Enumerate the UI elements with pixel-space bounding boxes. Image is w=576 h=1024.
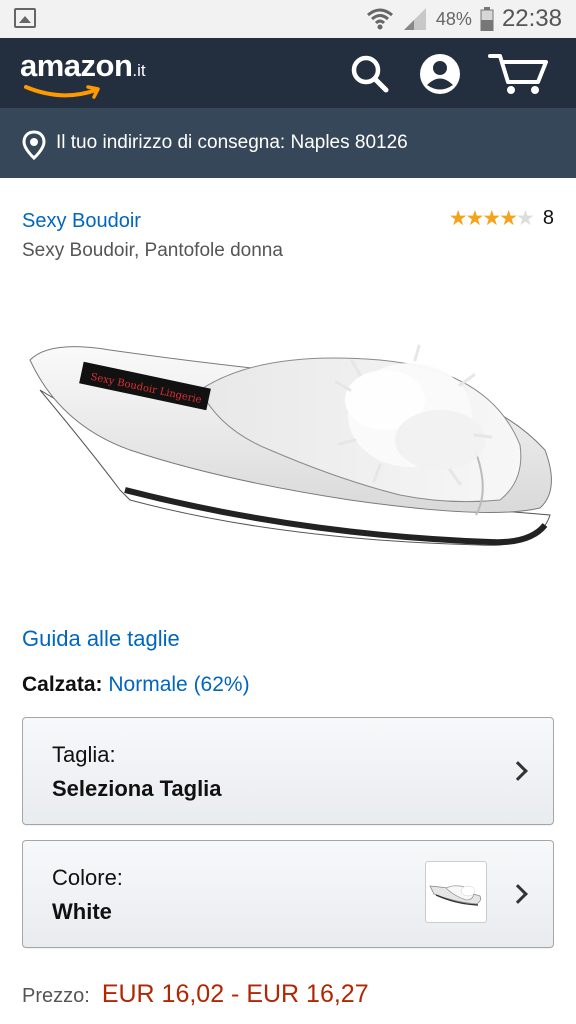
review-count: 8: [542, 207, 554, 229]
logo-wordmark: amazon: [20, 48, 133, 83]
wifi-icon: [366, 8, 393, 30]
delivery-address-text: Il tuo indirizzo di consegna: Naples 801…: [56, 132, 408, 153]
color-label: Colore:: [52, 865, 123, 890]
price-row: Prezzo: EUR 16,02 - EUR 16,27: [22, 980, 369, 1009]
fit-value-link[interactable]: Normale (62%): [108, 673, 249, 696]
star-rating: ★★★★★: [448, 207, 535, 230]
logo-smile-icon: [24, 85, 100, 99]
price-value: EUR 16,02 - EUR 16,27: [101, 980, 369, 1008]
battery-icon: [480, 7, 494, 31]
rating-summary[interactable]: ★★★★★ 8: [449, 206, 554, 231]
delivery-address-bar[interactable]: Il tuo indirizzo di consegna: Naples 801…: [0, 108, 576, 178]
chevron-right-icon: [508, 761, 528, 781]
color-selector[interactable]: Colore: White: [22, 840, 554, 948]
size-guide-link[interactable]: Guida alle taglie: [22, 626, 180, 652]
account-icon[interactable]: [418, 52, 462, 96]
price-label: Prezzo:: [22, 985, 90, 1007]
status-indicators: 48% 22:38: [366, 0, 562, 38]
brand-link[interactable]: Sexy Boudoir: [22, 210, 141, 233]
fit-info: Calzata: Normale (62%): [22, 673, 250, 697]
location-pin-icon: [22, 130, 46, 160]
product-image[interactable]: Sexy Boudoir Lingerie: [20, 330, 556, 580]
product-title: Sexy Boudoir, Pantofole donna: [22, 240, 283, 261]
search-icon[interactable]: [348, 52, 392, 96]
gallery-icon: [14, 8, 36, 28]
chevron-right-icon: [508, 884, 528, 904]
size-value: Seleziona Taglia: [52, 776, 222, 801]
logo-tld: .it: [132, 61, 146, 80]
slipper-thumbnail-icon: [429, 885, 481, 906]
status-bar: 48% 22:38: [0, 0, 576, 38]
signal-icon: [403, 8, 426, 30]
top-header: amazon.it: [0, 38, 576, 108]
size-selector[interactable]: Taglia: Seleziona Taglia: [22, 717, 554, 825]
clock: 22:38: [501, 5, 562, 32]
size-label: Taglia:: [52, 742, 116, 767]
battery-percent: 48%: [435, 8, 472, 29]
cart-icon[interactable]: [488, 52, 550, 96]
fit-label: Calzata:: [22, 673, 103, 696]
color-value: White: [52, 899, 112, 924]
amazon-logo[interactable]: amazon.it: [20, 48, 146, 99]
color-swatch-thumbnail[interactable]: [425, 861, 487, 923]
